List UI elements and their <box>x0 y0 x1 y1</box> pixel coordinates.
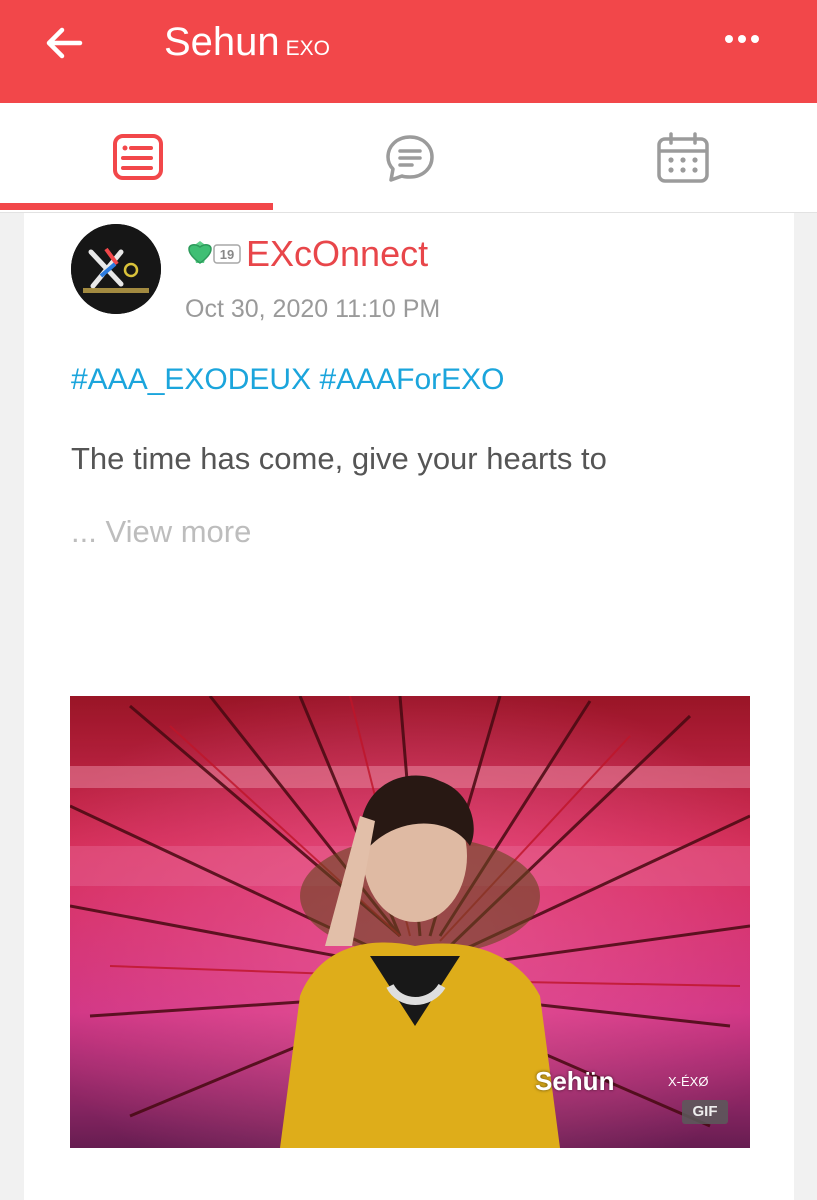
active-tab-indicator <box>0 203 273 210</box>
media-caption-name: Sehün <box>535 1066 615 1096</box>
community-title: Sehun <box>164 20 280 64</box>
author-name[interactable]: EXcOnnect <box>246 233 428 275</box>
post-media-gif[interactable]: Sehün X-ÉXØ GIF <box>70 696 750 1148</box>
view-more-link[interactable]: ... View more <box>71 514 251 550</box>
avatar[interactable] <box>71 224 161 314</box>
level-number: 19 <box>220 247 234 262</box>
media-watermark: X-ÉXØ <box>668 1074 709 1089</box>
hashtags: #AAA_EXODEUX #AAAForEXO <box>71 363 505 397</box>
media-image <box>70 696 750 1148</box>
post-card[interactable]: 19 EXcOnnect Oct 30, 2020 11:10 PM #AAA_… <box>24 213 794 1200</box>
feed-list-icon[interactable] <box>110 131 166 187</box>
avatar-logo-icon <box>71 224 161 314</box>
hashtag-aaa-exodeux[interactable]: #AAA_EXODEUX <box>71 363 311 396</box>
post-body: The time has come, give your hearts to <box>71 441 607 476</box>
page-title: Sehun EXO <box>164 20 330 65</box>
app-header: Sehun EXO <box>0 0 817 103</box>
level-badge-icon: 19 <box>188 241 241 264</box>
calendar-icon[interactable] <box>655 131 711 187</box>
chat-bubble-icon[interactable] <box>382 131 438 187</box>
post-date: Oct 30, 2020 11:10 PM <box>185 295 441 323</box>
tab-bar <box>0 103 817 213</box>
gif-badge: GIF <box>682 1100 728 1124</box>
more-horizontal-icon[interactable] <box>720 24 764 54</box>
arrow-left-icon[interactable] <box>40 18 90 68</box>
hashtag-aaaforexo[interactable]: #AAAForEXO <box>319 363 504 396</box>
community-subtitle: EXO <box>285 37 331 60</box>
